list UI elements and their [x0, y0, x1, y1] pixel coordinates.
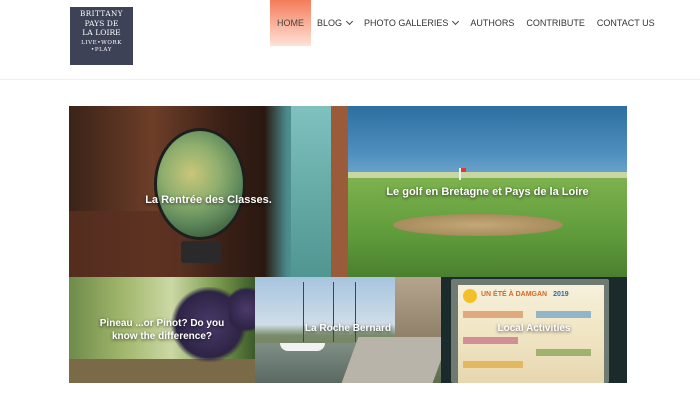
nav-label: CONTRIBUTE	[526, 18, 585, 28]
post-tile-la-roche-bernard[interactable]: La Roche Bernard	[255, 277, 441, 383]
tile-caption[interactable]: La Rentrée des Classes.	[69, 194, 348, 206]
nav-item-contribute[interactable]: CONTRIBUTE	[520, 0, 591, 46]
sun-icon	[463, 289, 477, 303]
tile-caption[interactable]: La Roche Bernard	[255, 323, 441, 334]
vineyard-ground	[69, 359, 255, 383]
nav-label: PHOTO GALLERIES	[364, 18, 449, 28]
main-nav: HOME BLOG PHOTO GALLERIES AUTHORS CONTRI…	[270, 0, 661, 46]
nav-item-home[interactable]: HOME	[270, 0, 311, 46]
globe-stand	[181, 241, 221, 263]
nav-label: CONTACT US	[596, 18, 655, 28]
logo-line-2: PAYS DE	[84, 19, 119, 28]
nav-item-photo-galleries[interactable]: PHOTO GALLERIES	[358, 0, 464, 46]
logo-line-5: •PLAY	[91, 47, 112, 53]
nav-item-contact-us[interactable]: CONTACT US	[591, 0, 661, 46]
poster-item	[463, 337, 518, 344]
bunker-image	[393, 214, 563, 236]
poster-image	[458, 285, 604, 383]
chevron-down-icon	[345, 17, 354, 26]
sea-image	[348, 106, 627, 174]
poster-item	[463, 361, 523, 368]
post-tile-rentree[interactable]: La Rentrée des Classes.	[69, 106, 348, 277]
poster-item	[536, 311, 591, 318]
boat-image	[280, 343, 325, 351]
post-tile-pineau[interactable]: Pineau ...or Pinot? Do you know the diff…	[69, 277, 255, 383]
tile-caption[interactable]: Local Activities	[441, 323, 627, 334]
post-tile-golf[interactable]: Le golf en Bretagne et Pays de la Loire	[348, 106, 627, 277]
tile-caption[interactable]: Le golf en Bretagne et Pays de la Loire	[348, 186, 627, 198]
poster-title: UN ÉTÉ À DAMGAN 2019	[481, 291, 569, 298]
logo-line-1: BRITTANY	[79, 9, 124, 18]
nav-label: BLOG	[317, 18, 343, 28]
post-tile-local-activities[interactable]: UN ÉTÉ À DAMGAN 2019 Local Activities	[441, 277, 627, 383]
poster-item	[463, 311, 523, 318]
nav-item-authors[interactable]: AUTHORS	[464, 0, 520, 46]
nav-label: HOME	[277, 18, 304, 28]
poster-year: 2019	[553, 291, 569, 298]
site-header: BRITTANY PAYS DE LA LOIRE LIVE•WORK •PLA…	[0, 0, 700, 80]
logo-line-4: LIVE•WORK	[81, 40, 122, 46]
desk-image	[69, 211, 179, 277]
poster-title-text: UN ÉTÉ À DAMGAN	[481, 291, 548, 298]
window-frame	[331, 106, 348, 277]
globe-image	[154, 128, 246, 240]
window-image	[291, 106, 331, 277]
golf-flag-icon	[459, 168, 466, 180]
poster-item	[536, 349, 591, 356]
logo-line-3: LA LOIRE	[82, 28, 121, 37]
site-logo[interactable]: BRITTANY PAYS DE LA LOIRE LIVE•WORK •PLA…	[70, 7, 133, 65]
nav-label: AUTHORS	[470, 18, 515, 28]
nav-item-blog[interactable]: BLOG	[311, 0, 358, 46]
quay-image	[341, 337, 441, 383]
tile-caption[interactable]: Pineau ...or Pinot? Do you know the diff…	[69, 317, 255, 343]
chevron-down-icon	[452, 17, 460, 26]
